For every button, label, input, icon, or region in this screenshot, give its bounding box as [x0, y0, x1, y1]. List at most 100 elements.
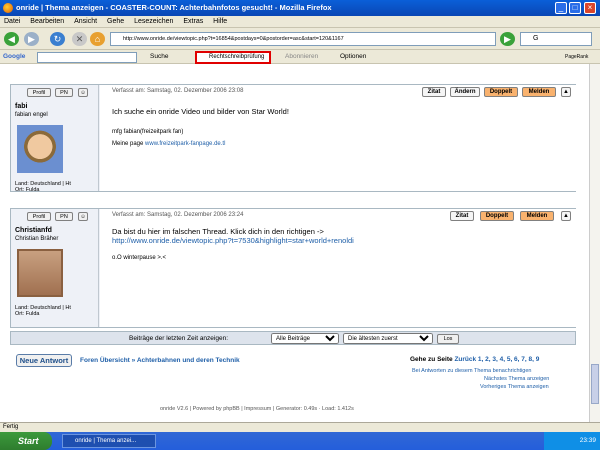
post-link[interactable]: http://www.onride.de/viewtopic.php?t=753… — [112, 236, 354, 245]
post-author-column: Profil PN ☺ fabi fabian engel Land: Deut… — [11, 85, 99, 193]
filter-label: Beiträge der letzten Zeit anzeigen: — [129, 335, 229, 342]
start-label: Start — [18, 436, 39, 446]
profile-button[interactable]: Profil — [27, 88, 51, 97]
up-arrow-icon[interactable]: ▲ — [561, 211, 571, 221]
forward-button[interactable]: ▶ — [24, 32, 39, 46]
post-date: Verfasst am: Samstag, 02. Dezember 2006 … — [112, 212, 244, 218]
author-ort: Ort: Fulda — [15, 187, 40, 193]
search-input[interactable]: G — [520, 32, 592, 46]
page-links[interactable]: 1, 2, 3, 4, 5, 6, 7, 8, 9 — [478, 356, 539, 363]
pm-button[interactable]: PN — [55, 88, 73, 97]
go-button[interactable]: ▶ — [500, 32, 515, 46]
days-select[interactable]: Alle Beiträge — [271, 333, 339, 344]
pagination: Gehe zu Seite Zurück 1, 2, 3, 4, 5, 6, 7… — [410, 356, 539, 363]
window-title: onride | Thema anzeigen - COASTER-COUNT:… — [16, 3, 332, 12]
status-text: Fertig — [3, 424, 19, 430]
page-content: Profil PN ☺ fabi fabian engel Land: Deut… — [0, 64, 589, 422]
menu-ansicht[interactable]: Ansicht — [74, 18, 97, 25]
taskbar-item[interactable]: onride | Thema anzei... — [62, 434, 156, 448]
google-toolbar: Google Suche Rechtschreibprüfung Abonnie… — [0, 50, 600, 64]
notify-link[interactable]: Bei Antworten zu diesem Thema benachrich… — [412, 368, 531, 374]
double-button[interactable]: Doppelt — [480, 211, 514, 221]
menu-lesezeichen[interactable]: Lesezeichen — [134, 18, 173, 25]
post-text: Da bist du hier im falschen Thread. Klic… — [112, 227, 324, 236]
url-text: http://www.onride.de/viewtopic.php?t=168… — [123, 36, 344, 42]
post-text: Ich suche ein onride Video und bilder vo… — [112, 107, 289, 116]
post-body: Verfasst am: Samstag, 02. Dezember 2006 … — [100, 209, 576, 327]
window-title-bar: onride | Thema anzeigen - COASTER-COUNT:… — [0, 0, 600, 16]
address-bar[interactable]: http://www.onride.de/viewtopic.php?t=168… — [110, 32, 496, 46]
avatar — [17, 125, 63, 173]
up-arrow-icon[interactable]: ▲ — [561, 87, 571, 97]
avatar — [17, 249, 63, 297]
go-button[interactable]: Los — [437, 334, 459, 344]
options-button[interactable]: Optionen — [340, 50, 366, 64]
pm-button[interactable]: PN — [55, 212, 73, 221]
post-body: Verfasst am: Samstag, 02. Dezember 2006 … — [100, 85, 576, 191]
menu-bearbeiten[interactable]: Bearbeiten — [30, 18, 64, 25]
status-bar: Fertig — [0, 422, 600, 432]
report-button[interactable]: Melden — [522, 87, 556, 97]
spellcheck-button[interactable]: Rechtschreibprüfung — [195, 51, 271, 64]
google-logo: Google — [3, 53, 26, 60]
pagerank-indicator: PageRank — [565, 54, 589, 60]
menu-gehe[interactable]: Gehe — [107, 18, 124, 25]
post-signature: mfg fabian(freizeitpark fan) — [112, 129, 184, 135]
quote-button[interactable]: Zitat — [422, 87, 446, 97]
online-icon: ☺ — [78, 88, 88, 97]
next-topic-link[interactable]: Nächstes Thema anzeigen — [484, 376, 549, 382]
taskbar-item-label: onride | Thema anzei... — [75, 438, 137, 444]
close-button[interactable]: × — [584, 2, 596, 14]
author-realname: Christian Bräher — [15, 236, 59, 242]
new-reply-button[interactable]: Neue Antwort — [16, 354, 72, 367]
post-author[interactable]: Christianfd — [15, 227, 52, 234]
author-ort: Ort: Fulda — [15, 311, 40, 317]
breadcrumb[interactable]: Foren Übersicht » Achterbahnen und deren… — [80, 357, 240, 364]
author-realname: fabian engel — [15, 112, 48, 118]
taskbar: Start onride | Thema anzei... 23:39 — [0, 432, 600, 450]
homepage-link[interactable]: www.freizeitpark-fanpage.de.tl — [145, 141, 225, 147]
navigation-toolbar: ◀ ▶ ↻ ✕ ⌂ http://www.onride.de/viewtopic… — [0, 28, 600, 50]
post-signature: o.O winterpause >.< — [112, 255, 167, 261]
spellcheck-label: Rechtschreibprüfung — [209, 54, 265, 60]
online-icon: ☺ — [78, 212, 88, 221]
post-author-column: Profil PN ☺ Christianfd Christian Bräher… — [11, 209, 99, 327]
maximize-button[interactable]: □ — [569, 2, 581, 14]
subscribe-button[interactable]: Abonnieren — [285, 50, 318, 64]
order-select[interactable]: Die ältesten zuerst — [343, 333, 433, 344]
vertical-scrollbar[interactable] — [589, 64, 600, 422]
reload-button[interactable]: ↻ — [50, 32, 65, 46]
prev-page-link[interactable]: Zurück — [454, 356, 476, 363]
scroll-thumb[interactable] — [591, 364, 599, 404]
quote-button[interactable]: Zitat — [450, 211, 474, 221]
post: Profil PN ☺ fabi fabian engel Land: Deut… — [10, 84, 576, 193]
stop-button[interactable]: ✕ — [72, 32, 87, 46]
google-search-input[interactable] — [37, 52, 137, 63]
post: Profil PN ☺ Christianfd Christian Bräher… — [10, 208, 576, 328]
search-value: G — [533, 35, 539, 42]
edit-button[interactable]: Ändern — [450, 87, 480, 97]
back-button[interactable]: ◀ — [4, 32, 19, 46]
report-button[interactable]: Melden — [520, 211, 554, 221]
menu-hilfe[interactable]: Hilfe — [213, 18, 227, 25]
filter-bar: Beiträge der letzten Zeit anzeigen: Alle… — [10, 331, 576, 345]
homepage-label: Meine page — [112, 141, 144, 147]
firefox-icon — [3, 3, 13, 13]
prev-topic-link[interactable]: Vorheriges Thema anzeigen — [480, 384, 549, 390]
post-author[interactable]: fabi — [15, 103, 27, 110]
menu-datei[interactable]: Datei — [4, 18, 20, 25]
home-button[interactable]: ⌂ — [90, 32, 105, 46]
goto-label: Gehe zu Seite — [410, 356, 453, 363]
google-search-button[interactable]: Suche — [150, 50, 168, 64]
menu-extras[interactable]: Extras — [183, 18, 203, 25]
homepage-line: Meine page www.freizeitpark-fanpage.de.t… — [112, 141, 225, 147]
clock: 23:39 — [579, 437, 596, 444]
menu-bar: Datei Bearbeiten Ansicht Gehe Lesezeiche… — [0, 16, 600, 28]
system-tray: 23:39 — [544, 432, 600, 450]
minimize-button[interactable]: _ — [555, 2, 567, 14]
profile-button[interactable]: Profil — [27, 212, 51, 221]
start-button[interactable]: Start — [0, 432, 52, 450]
post-date: Verfasst am: Samstag, 02. Dezember 2006 … — [112, 88, 244, 94]
double-button[interactable]: Doppelt — [484, 87, 518, 97]
footer-credits: onride V2.6 | Powered by phpBB | Impress… — [160, 406, 354, 412]
